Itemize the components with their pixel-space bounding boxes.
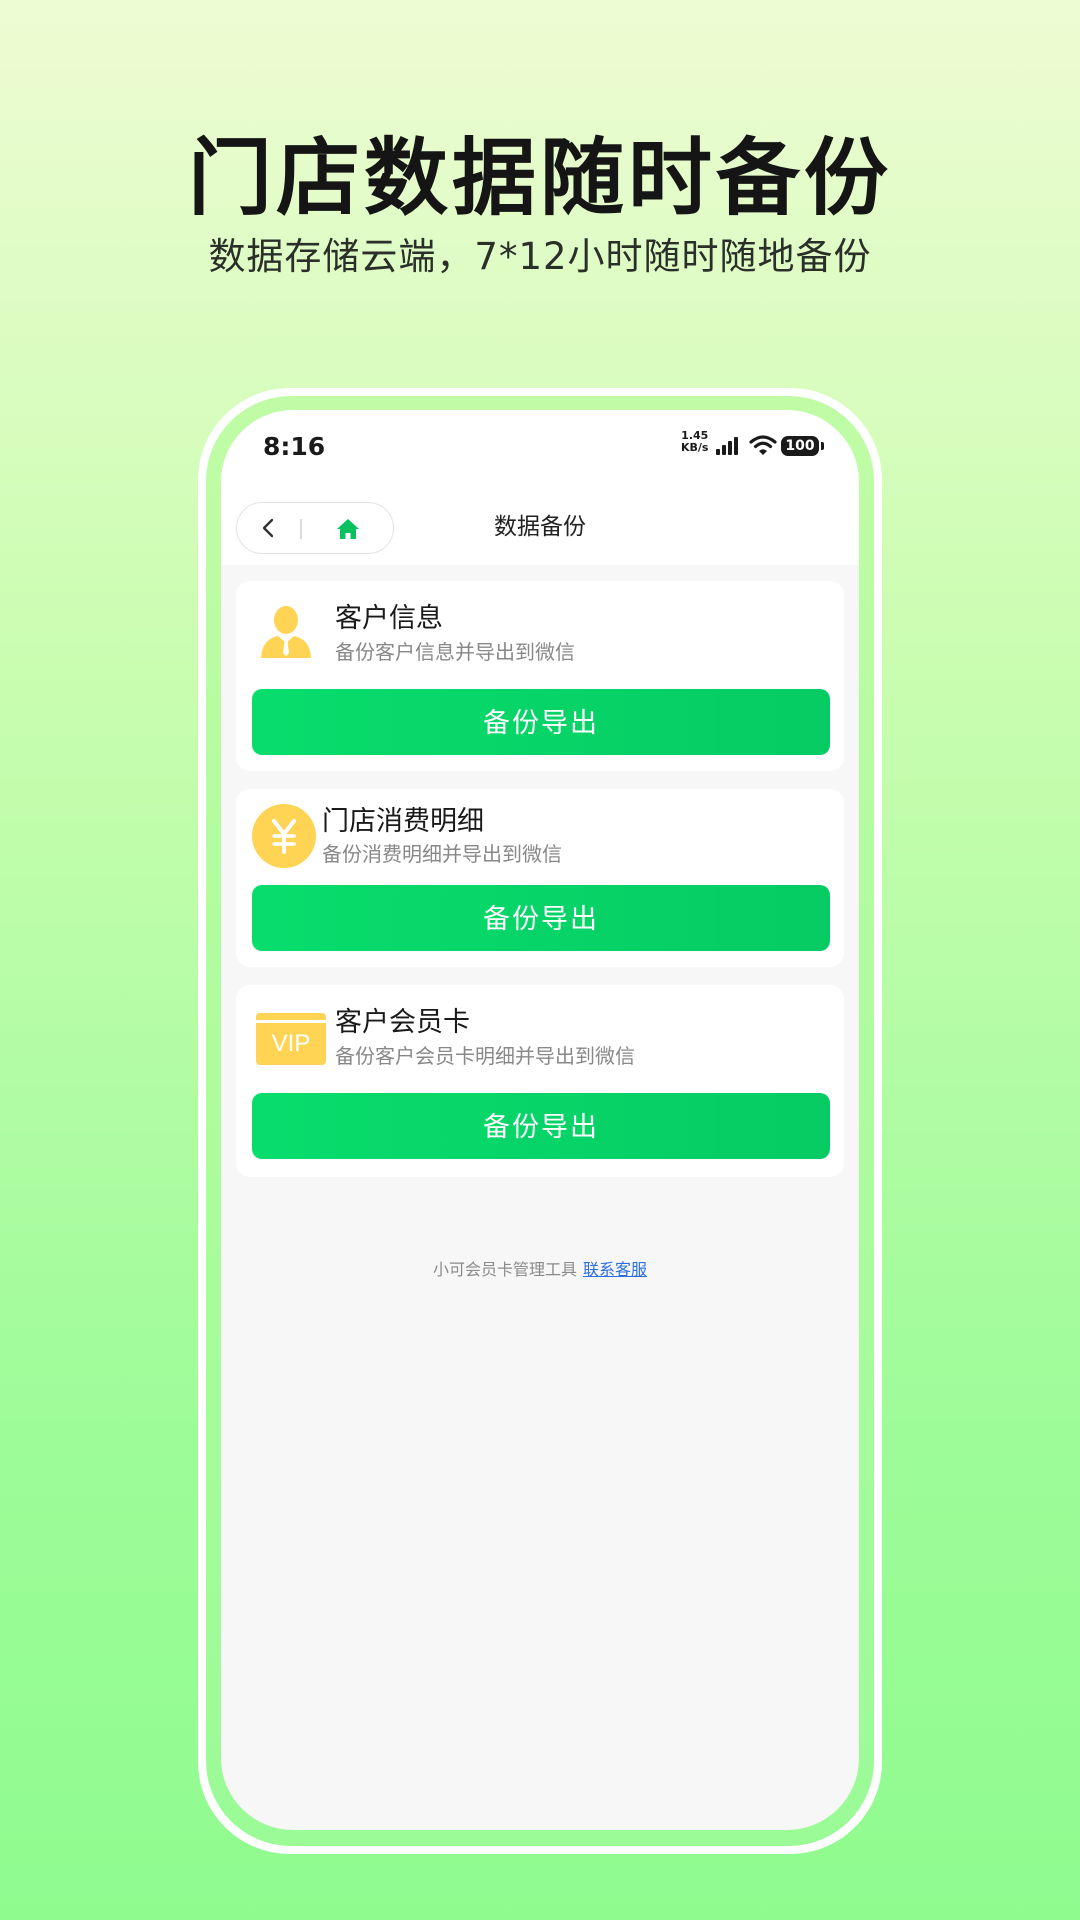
nav-capsule bbox=[236, 502, 394, 554]
home-icon[interactable] bbox=[335, 517, 361, 545]
footer: 小可会员卡管理工具 联系客服 bbox=[221, 1258, 859, 1282]
card-title: 客户信息 bbox=[335, 603, 443, 634]
card-description: 备份客户信息并导出到微信 bbox=[335, 640, 575, 664]
capsule-divider bbox=[300, 519, 302, 539]
promo-headline: 门店数据随时备份 bbox=[187, 129, 892, 227]
wifi-icon bbox=[749, 434, 777, 460]
backup-card-member-card: VIP 客户会员卡 备份客户会员卡明细并导出到微信 备份导出 bbox=[236, 985, 844, 1177]
backup-card-customer-info: 客户信息 备份客户信息并导出到微信 备份导出 bbox=[236, 581, 844, 771]
backup-card-store-consumption: 门店消费明细 备份消费明细并导出到微信 备份导出 bbox=[236, 789, 844, 967]
yen-coin-icon bbox=[252, 804, 316, 872]
phone-screen: 8:16 1.45 KB/s 100 数据备份 客户信息 备份客户信息并导出到微… bbox=[221, 410, 859, 1830]
card-description: 备份消费明细并导出到微信 bbox=[322, 842, 562, 866]
backup-export-button[interactable]: 备份导出 bbox=[252, 885, 830, 951]
status-bar: 8:16 1.45 KB/s 100 bbox=[221, 410, 859, 490]
backup-export-button[interactable]: 备份导出 bbox=[252, 689, 830, 755]
status-time: 8:16 bbox=[263, 432, 326, 461]
footer-app-name: 小可会员卡管理工具 bbox=[432, 1260, 577, 1279]
card-title: 门店消费明细 bbox=[322, 806, 484, 837]
backup-export-button[interactable]: 备份导出 bbox=[252, 1093, 830, 1159]
contact-support-link[interactable]: 联系客服 bbox=[583, 1260, 647, 1279]
signal-icon bbox=[715, 436, 741, 460]
nav-bar: 数据备份 bbox=[221, 490, 859, 565]
network-speed: 1.45 KB/s bbox=[681, 430, 708, 454]
battery-indicator: 100 bbox=[781, 436, 824, 456]
vip-icon-text: VIP bbox=[272, 1030, 311, 1057]
network-speed-unit: KB/s bbox=[681, 441, 709, 454]
user-icon bbox=[258, 603, 314, 663]
promo-subline: 数据存储云端，7*12小时随时随地备份 bbox=[208, 235, 872, 278]
card-title: 客户会员卡 bbox=[335, 1007, 470, 1038]
chevron-left-icon[interactable] bbox=[259, 517, 279, 543]
card-description: 备份客户会员卡明细并导出到微信 bbox=[335, 1044, 635, 1068]
vip-card-icon: VIP bbox=[256, 1013, 326, 1069]
